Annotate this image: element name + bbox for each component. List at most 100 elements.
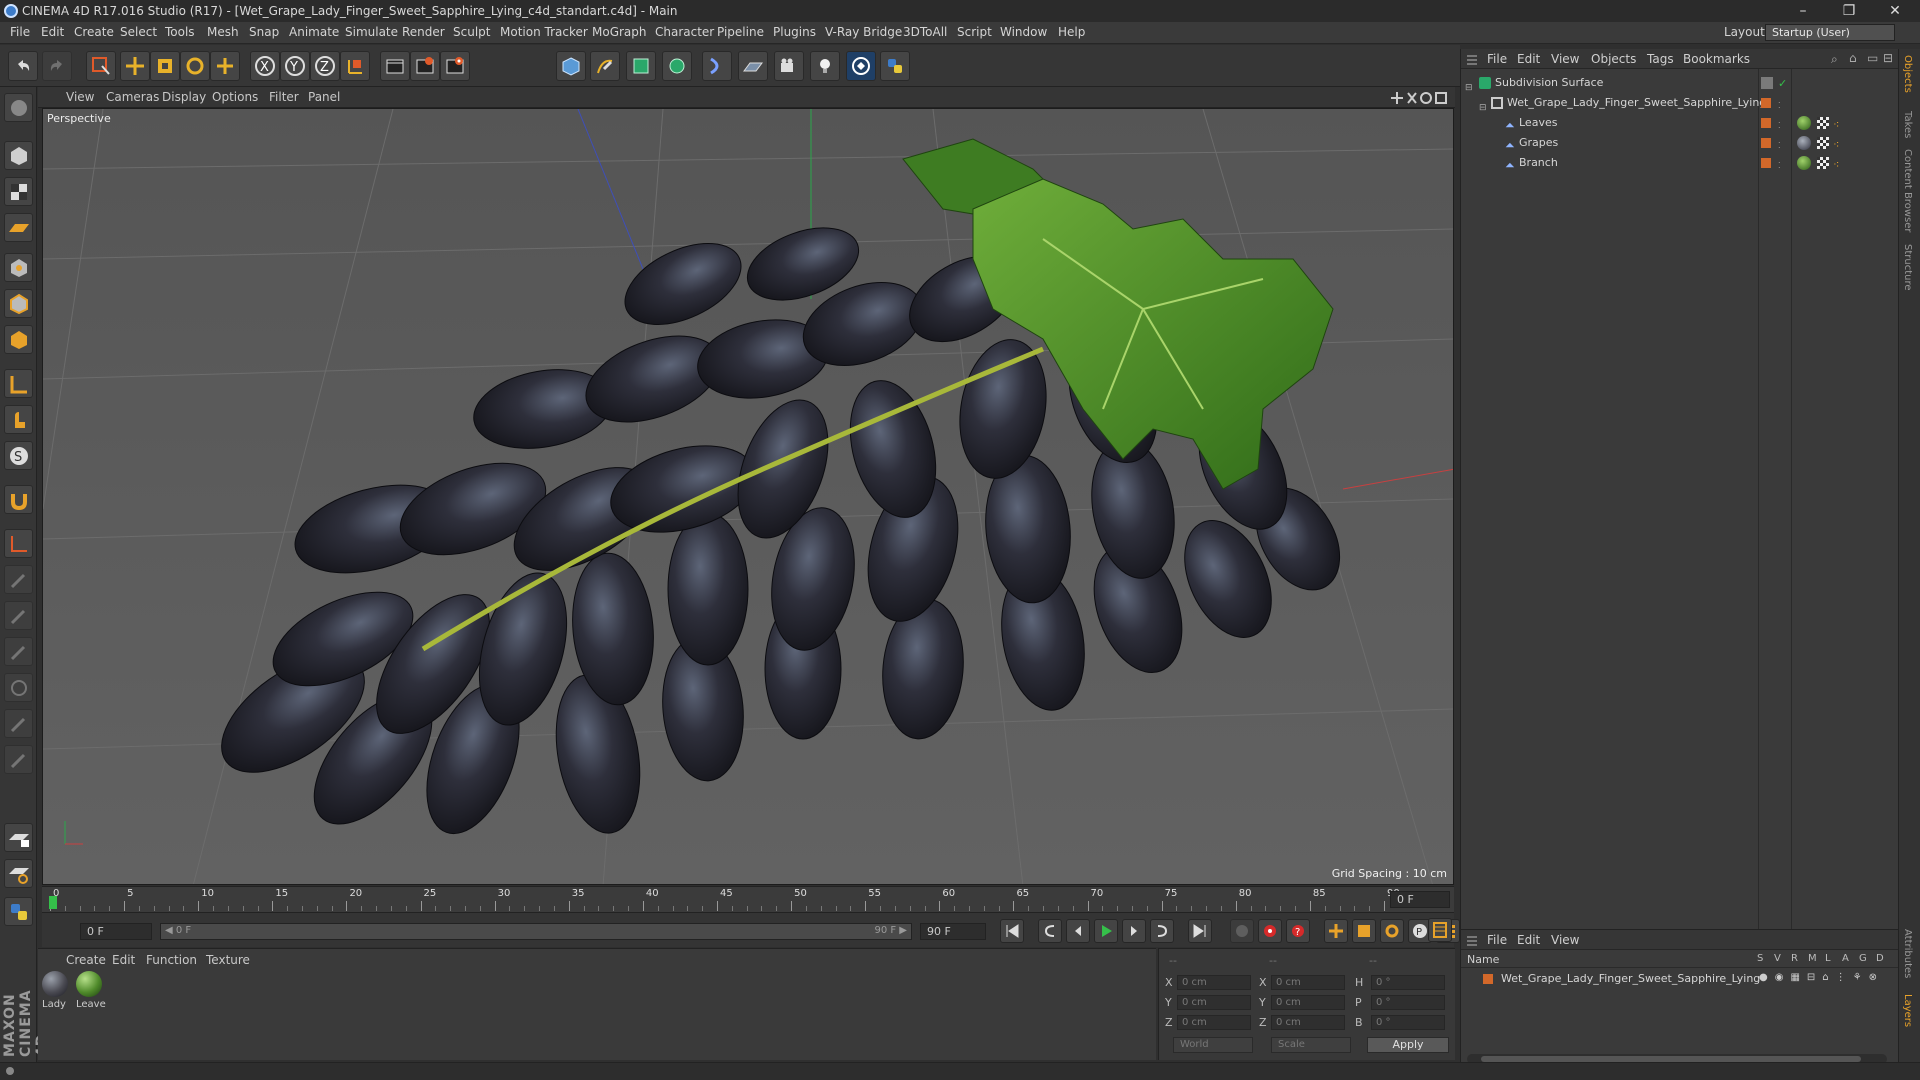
rotation-h-field[interactable]: 0 ° [1371, 975, 1445, 990]
maximize-button[interactable]: ❐ [1826, 0, 1872, 22]
pen-tool-icon[interactable] [4, 601, 33, 630]
timeline-layout-button[interactable] [1428, 918, 1452, 942]
vray-icon[interactable] [846, 51, 876, 81]
layout-dropdown[interactable]: Startup (User) [1765, 24, 1895, 41]
layers-menu-file[interactable]: File [1487, 933, 1507, 947]
workplane-mode-icon[interactable] [4, 213, 33, 242]
visibility-dots-icon[interactable]: ⁚ [1778, 156, 1781, 176]
light-object-icon[interactable] [810, 51, 840, 81]
tab-takes[interactable]: Takes [1902, 111, 1913, 138]
object-row[interactable]: ⊟ Subdivision Surface ✓ [1461, 73, 1899, 93]
3d-viewport[interactable]: Perspective Grid Spacing : 10 cm [42, 108, 1454, 885]
tab-objects[interactable]: Objects [1902, 55, 1913, 93]
deformer-icon[interactable] [702, 51, 732, 81]
scale-key-button[interactable] [1352, 919, 1376, 943]
redo-button[interactable] [42, 51, 72, 81]
layer-col-manager[interactable]: M [1808, 953, 1817, 964]
material-swatch[interactable]: Lady [42, 971, 70, 1013]
uvw-tag-icon[interactable] [1817, 137, 1829, 149]
layers-menu-edit[interactable]: Edit [1517, 933, 1540, 947]
grid-lock-icon[interactable] [4, 823, 33, 852]
polygons-mode-icon[interactable] [4, 325, 33, 354]
menu-render[interactable]: Render [402, 25, 445, 39]
object-row[interactable]: ⏶ Leaves ⁚ ⁖ [1461, 113, 1899, 133]
position-y-field[interactable]: 0 cm [1177, 995, 1251, 1010]
magnet-icon[interactable] [4, 485, 33, 514]
go-to-start-button[interactable] [1000, 919, 1024, 943]
render-to-picture-viewer-icon[interactable] [410, 51, 440, 81]
subdivision-surface-icon[interactable] [626, 51, 656, 81]
menu-pipeline[interactable]: Pipeline [717, 25, 764, 39]
viewport-menu-options[interactable]: Options [212, 90, 258, 104]
material-tag-icon[interactable] [1797, 116, 1811, 130]
lasso-tool-icon[interactable] [4, 673, 33, 702]
layer-col-locked[interactable]: L [1825, 953, 1831, 964]
workplane-icon[interactable] [4, 529, 33, 558]
object-row[interactable]: ⏶ Branch ⁚ ⁖ [1461, 153, 1899, 173]
layer-col-render[interactable]: R [1791, 953, 1798, 964]
spline-pen-icon[interactable] [590, 51, 620, 81]
keyframe-selection-button[interactable]: ? [1286, 919, 1310, 943]
cube-object-icon[interactable] [556, 51, 586, 81]
tab-structure[interactable]: Structure [1902, 244, 1913, 291]
menu-snap[interactable]: Snap [249, 25, 279, 39]
frame-range-slider[interactable]: ◀ 0 F 90 F ▶ [160, 923, 912, 940]
render-view-icon[interactable] [380, 51, 410, 81]
phong-tag-icon[interactable]: ⁖ [1833, 135, 1839, 155]
autokey-button[interactable] [1258, 919, 1282, 943]
menu-character[interactable]: Character [655, 25, 714, 39]
next-frame-button[interactable] [1122, 919, 1146, 943]
apply-button[interactable]: Apply [1367, 1037, 1449, 1053]
z-axis-lock-button[interactable]: Z [310, 51, 340, 81]
menu-script[interactable]: Script [957, 25, 992, 39]
rotation-p-field[interactable]: 0 ° [1371, 995, 1445, 1010]
material-tag-icon[interactable] [1797, 136, 1811, 150]
sculpt-tool-icon[interactable] [4, 745, 33, 774]
timeline-ruler[interactable]: 051015202530354045505560657075808590 0 F [42, 886, 1454, 912]
menu-3dtoall[interactable]: 3DToAll [903, 25, 947, 39]
new-window-icon[interactable]: ▭ [1867, 51, 1878, 65]
menu-select[interactable]: Select [120, 25, 157, 39]
menu-plugins[interactable]: Plugins [773, 25, 816, 39]
object-row[interactable]: ⏶ Grapes ⁚ ⁖ [1461, 133, 1899, 153]
cloner-icon[interactable] [662, 51, 692, 81]
objects-menu-file[interactable]: File [1487, 52, 1507, 66]
viewport-navigation-icons[interactable] [1388, 90, 1450, 106]
panel-menu-icon[interactable]: ⊟ [1883, 51, 1893, 65]
menu-mograph[interactable]: MoGraph [592, 25, 647, 39]
menu-file[interactable]: File [10, 25, 30, 39]
layer-col-animation[interactable]: A [1842, 953, 1849, 964]
uvw-tag-icon[interactable] [1817, 157, 1829, 169]
live-selection-icon[interactable] [86, 51, 116, 81]
size-y-field[interactable]: 0 cm [1271, 995, 1345, 1010]
tab-attributes[interactable]: Attributes [1902, 929, 1913, 978]
material-swatch[interactable]: Leave [76, 971, 106, 1013]
menu-create[interactable]: Create [74, 25, 114, 39]
rotate-tool-icon[interactable] [180, 51, 210, 81]
play-button[interactable] [1094, 919, 1118, 943]
material-menu-create[interactable]: Create [66, 953, 106, 967]
menu-edit[interactable]: Edit [41, 25, 64, 39]
edges-mode-icon[interactable] [4, 289, 33, 318]
record-keys-button[interactable] [1230, 919, 1254, 943]
objects-menu-edit[interactable]: Edit [1517, 52, 1540, 66]
go-to-end-button[interactable] [1188, 919, 1212, 943]
model-mode-icon[interactable] [4, 141, 33, 170]
snap-icon[interactable]: S [4, 441, 33, 470]
move-tool-icon[interactable] [120, 51, 150, 81]
layer-toggle-icons[interactable]: ●◉▦⊟⌂⋮⚘⊗ [1759, 972, 1884, 983]
coordinate-space-dropdown[interactable]: World [1173, 1037, 1253, 1053]
objects-menu-view[interactable]: View [1551, 52, 1579, 66]
texture-mode-icon[interactable] [4, 177, 33, 206]
objects-menu-objects[interactable]: Objects [1591, 52, 1636, 66]
menu-window[interactable]: Window [1000, 25, 1047, 39]
prev-key-button[interactable] [1038, 919, 1062, 943]
points-mode-icon[interactable] [4, 253, 33, 282]
y-axis-lock-button[interactable]: Y [280, 51, 310, 81]
prev-frame-button[interactable] [1066, 919, 1090, 943]
menu-tools[interactable]: Tools [165, 25, 195, 39]
scale-tool-icon[interactable] [150, 51, 180, 81]
size-x-field[interactable]: 0 cm [1271, 975, 1345, 990]
current-frame-field[interactable]: 0 F [1390, 891, 1450, 908]
transform-tool-icon[interactable] [210, 51, 240, 81]
